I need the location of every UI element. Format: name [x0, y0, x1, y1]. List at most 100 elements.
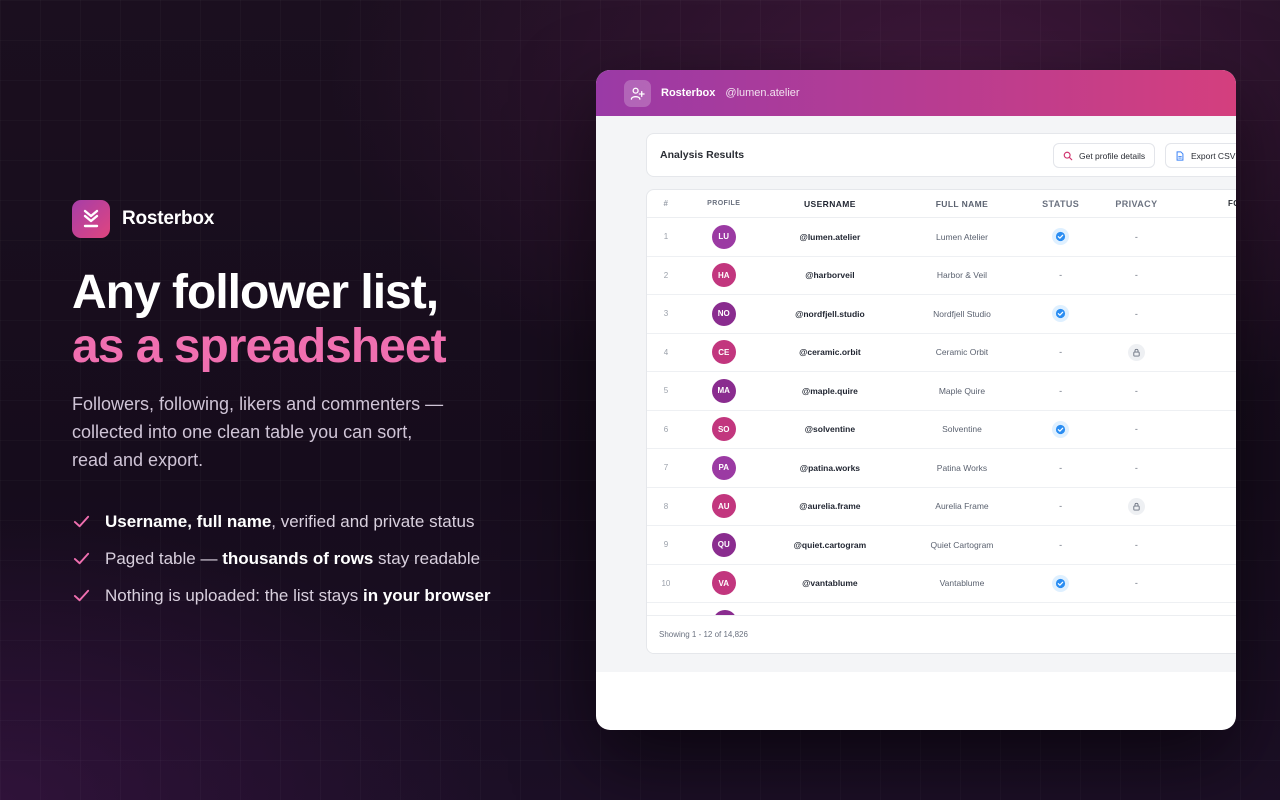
full-name-cell: Quiet Cartogram [930, 539, 994, 550]
profile-cell: HA [685, 263, 763, 288]
avatar[interactable]: MA [711, 378, 736, 403]
profile-cell: LU [685, 224, 763, 249]
row-number: 10 [661, 578, 671, 588]
privacy-cell: - [1095, 232, 1179, 242]
avatar[interactable]: QU [711, 532, 736, 557]
search-icon [1063, 151, 1073, 160]
privacy-cell: - [1095, 386, 1179, 396]
status-cell: - [1027, 540, 1095, 550]
avatar[interactable]: VA [711, 571, 736, 596]
check-icon [73, 589, 90, 602]
column-header-profile[interactable]: PROFILE [685, 200, 763, 207]
headline-line2: as a spreadsheet [72, 320, 447, 373]
full-name-cell: Maple Quire [938, 385, 986, 396]
window-header: Rosterbox @lumen.atelier [596, 70, 1236, 116]
privacy-empty: - [1134, 385, 1138, 396]
avatar[interactable]: LU [711, 224, 736, 249]
column-header-privacy[interactable]: PRIVACY [1095, 199, 1179, 209]
table-row[interactable]: 3 NO @nordfjell.studio Nordfjell Studio - 211… [647, 295, 1236, 334]
full-name-cell: Solventine [942, 424, 982, 435]
status-empty: - [1059, 270, 1063, 281]
row-number: 3 [663, 309, 669, 319]
privacy-empty: - [1134, 539, 1138, 550]
feature-text: Username, full name, verified and privat… [105, 511, 475, 531]
check-icon [73, 552, 90, 565]
table-row[interactable]: 7 PA @patina.works Patina Works - - 6,028 [647, 449, 1236, 488]
status-cell: - [1027, 270, 1095, 280]
table-row[interactable]: 8 AU @aurelia.frame Aurelia Frame - 31.4K [647, 488, 1236, 526]
table-row[interactable]: 2 HA @harborveil Harbor & Veil - - 48.2K [647, 257, 1236, 295]
avatar[interactable]: CE [711, 340, 736, 365]
add-user-icon[interactable] [624, 79, 651, 107]
table-row[interactable]: 1 LU @lumen.atelier Lumen Atelier - 128K [647, 218, 1236, 257]
full-name-cell: Aurelia Frame [935, 501, 989, 512]
brand: Rosterbox [72, 200, 214, 238]
username-cell: @maple.quire [801, 385, 858, 396]
row-number: 7 [663, 463, 669, 473]
full-name-cell: Lumen Atelier [935, 231, 988, 242]
avatar[interactable]: HA [711, 263, 736, 288]
table-row[interactable]: 4 CE @ceramic.orbit Ceramic Orbit - 9,310 [647, 334, 1236, 372]
results-header-card: Analysis Results Get profile details Exp… [646, 133, 1236, 177]
privacy-cell [1095, 343, 1179, 361]
profile-cell: NO [685, 301, 763, 326]
feature-item: Nothing is uploaded: the list stays in y… [72, 577, 491, 614]
table-row[interactable]: 9 QU @quiet.cartogram Quiet Cartogram - - 12.9… [647, 526, 1236, 565]
check-icon [73, 515, 90, 528]
profile-cell: CE [685, 340, 763, 365]
feature-item: Paged table — thousands of rows stay rea… [72, 540, 491, 577]
status-empty: - [1059, 385, 1063, 396]
profile-cell: SO [685, 417, 763, 442]
table-header: # PROFILE USERNAME FULL NAME STATUS PRIV… [647, 190, 1236, 218]
results-table: # PROFILE USERNAME FULL NAME STATUS PRIV… [646, 189, 1236, 654]
column-header-username[interactable]: USERNAME [763, 199, 898, 209]
privacy-cell [1095, 497, 1179, 515]
table-row[interactable]: 10 VA @vantablume Vantablume - 156K [647, 565, 1236, 603]
avatar[interactable]: NO [711, 301, 736, 326]
row-number: 1 [663, 232, 669, 242]
column-header-status[interactable]: STATUS [1027, 199, 1095, 209]
row-number: 5 [663, 386, 669, 396]
profile-cell: MA [685, 378, 763, 403]
export-csv-button[interactable]: Export CSV [1165, 143, 1236, 168]
status-cell [1027, 420, 1095, 438]
window-handle: @lumen.atelier [725, 87, 800, 99]
full-name-cell: Ceramic Orbit [935, 347, 989, 358]
verified-icon [1052, 228, 1070, 246]
avatar[interactable]: PA [711, 455, 736, 480]
status-cell: - [1027, 347, 1095, 357]
username-cell: @aurelia.frame [799, 501, 861, 512]
table-row[interactable]: 5 MA @maple.quire Maple Quire - - 17.6K [647, 372, 1236, 411]
table-row[interactable]: 6 SO @solventine Solventine - 84.9K [647, 411, 1236, 449]
status-empty: - [1059, 539, 1063, 550]
followers-cell: 9,310 [1178, 348, 1236, 357]
privacy-empty: - [1134, 231, 1138, 242]
lock-icon [1127, 497, 1145, 515]
row-number: 4 [663, 347, 669, 357]
verified-icon [1052, 305, 1070, 323]
column-header-number[interactable]: # [647, 199, 685, 208]
brand-logo-icon [72, 200, 110, 238]
full-name-cell: Patina Works [936, 462, 988, 473]
username-cell: @patina.works [799, 462, 861, 473]
followers-cell: 128K [1178, 232, 1236, 241]
get-profile-details-button[interactable]: Get profile details [1053, 143, 1156, 168]
window-title: Rosterbox [661, 87, 716, 99]
followers-cell: 156K [1178, 579, 1236, 588]
column-header-followers[interactable]: FOLLOW [1178, 199, 1236, 208]
lock-icon [1127, 343, 1145, 361]
username-cell: @quiet.cartogram [793, 539, 867, 550]
username-cell: @ceramic.orbit [799, 347, 861, 358]
feature-text: Paged table — thousands of rows stay rea… [105, 548, 481, 568]
privacy-cell: - [1095, 463, 1179, 473]
privacy-cell: - [1095, 578, 1179, 588]
avatar[interactable]: SO [711, 417, 736, 442]
profile-cell: PA [685, 455, 763, 480]
verified-icon [1052, 420, 1070, 438]
username-cell: @solventine [804, 424, 856, 435]
avatar[interactable]: AU [711, 494, 736, 519]
full-name-cell: Vantablume [939, 578, 985, 589]
column-header-full-name[interactable]: FULL NAME [897, 199, 1027, 209]
followers-cell: 17.6K [1178, 386, 1236, 395]
status-cell [1027, 228, 1095, 246]
